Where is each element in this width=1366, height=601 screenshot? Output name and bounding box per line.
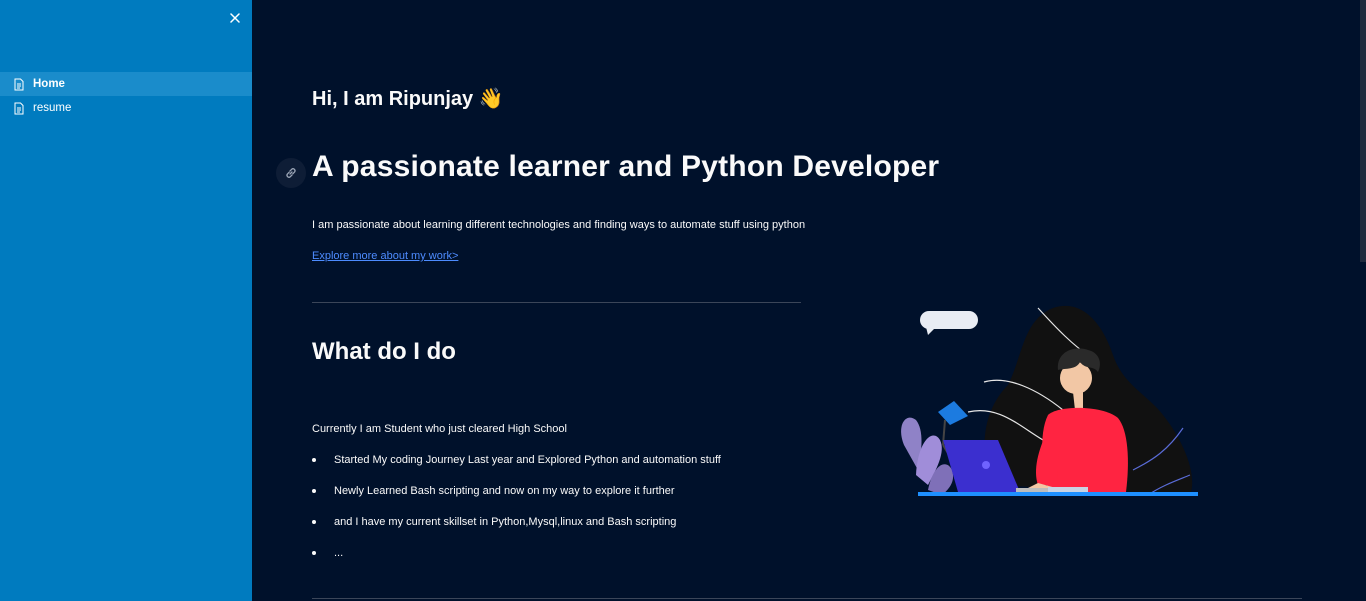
document-icon [13,78,25,91]
speech-bubble [920,311,978,329]
list-item: and I have my current skillset in Python… [312,516,721,547]
page-title: A passionate learner and Python Develope… [312,150,940,183]
main-content: Hi, I am Ripunjay 👋 A passionate learner… [252,0,1360,601]
scrollbar-thumb[interactable] [1360,0,1366,262]
scrollbar[interactable] [1360,0,1366,601]
close-sidebar-button[interactable] [226,9,244,27]
app-window: Home resume Hi, I am Ripunjay 👋 A passio… [0,0,1366,601]
list-item: Newly Learned Bash scripting and now on … [312,485,721,516]
desk [918,492,1198,496]
sidebar-nav: Home resume [0,72,252,120]
bullet-list: Started My coding Journey Last year and … [312,454,721,578]
divider [312,598,1302,599]
list-item: ... [312,547,721,578]
sidebar-item-home[interactable]: Home [0,72,252,96]
intro-text: I am passionate about learning different… [312,219,806,231]
document-icon [13,102,25,115]
close-icon [230,13,240,23]
lamp [938,401,968,425]
section-title: What do I do [312,338,456,365]
sidebar: Home resume [0,0,252,601]
status-text: Currently I am Student who just cleared … [312,423,567,435]
sidebar-item-label: Home [33,78,65,90]
heading-anchor-link[interactable] [276,158,306,188]
sidebar-item-label: resume [33,102,72,114]
explore-work-link[interactable]: Explore more about my work> [312,250,458,262]
list-item: Started My coding Journey Last year and … [312,454,721,485]
greeting-heading: Hi, I am Ripunjay 👋 [312,88,504,110]
developer-illustration [901,305,1198,496]
sidebar-item-resume[interactable]: resume [0,96,252,120]
link-icon [286,168,296,178]
divider [312,302,801,303]
